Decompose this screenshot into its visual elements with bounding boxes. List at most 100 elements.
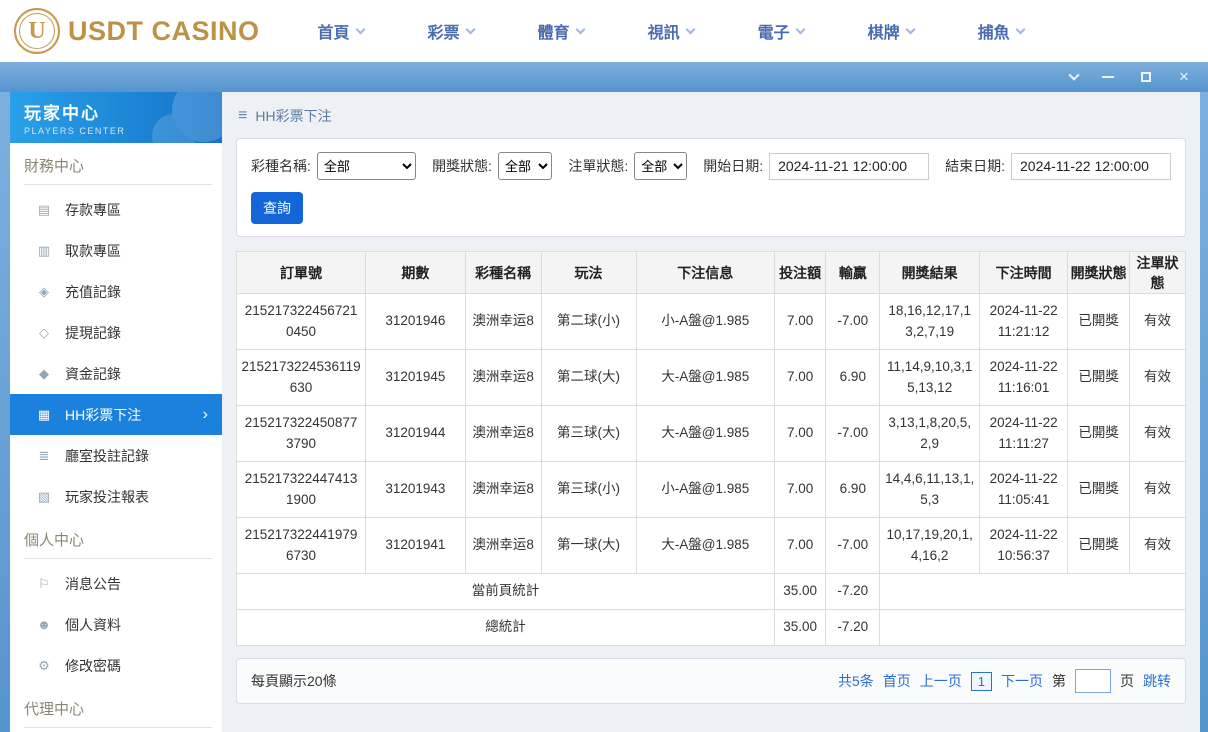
sidebar-section-label: 個人中心 [24, 529, 212, 559]
menu-icon[interactable]: ≡ [238, 107, 247, 125]
cell-result: 10,17,19,20,1,4,16,2 [879, 517, 980, 574]
close-icon[interactable]: × [1176, 68, 1192, 85]
column-header: 開獎結果 [879, 251, 980, 294]
nav-item-label: 首頁 [317, 25, 350, 42]
page-prefix-label: 第 [1052, 673, 1066, 689]
cell-draw_status: 已開獎 [1067, 293, 1130, 350]
logo-letter: U [28, 17, 46, 44]
cell-draw_status: 已開獎 [1067, 461, 1130, 518]
summary-empty [879, 573, 1186, 610]
sidebar-item-label: 資金記錄 [65, 365, 121, 382]
sidebar-item-withdraw[interactable]: ▥ 取款專區 [10, 230, 222, 271]
chevron-down-icon [905, 24, 916, 34]
chevron-down-icon [355, 24, 365, 34]
order-status-select[interactable]: 全部 [634, 152, 688, 180]
password-icon: ⚙ [38, 657, 50, 673]
cell-winloss: 6.90 [825, 461, 881, 518]
draw-status-label: 開獎狀態: [432, 158, 493, 174]
cell-play: 第二球(大) [540, 349, 637, 406]
sidebar-item-label: 充值記錄 [65, 283, 121, 300]
sidebar-item-hh-lottery-bets[interactable]: ▦ HH彩票下注 › [10, 394, 222, 435]
cell-order: 2152173224419796730 [235, 517, 367, 574]
sidebar-item-recharge-record[interactable]: ◈ 充值記錄 [10, 271, 222, 312]
sidebar-item-label: 取款專區 [65, 242, 121, 259]
summary-amount: 35.00 [774, 573, 827, 610]
nav-item-lottery[interactable]: 彩票 [427, 19, 475, 43]
cell-time: 2024-11-22 11:05:41 [978, 461, 1069, 518]
chevron-down-icon [1015, 24, 1026, 34]
nav-item-label: 電子 [757, 25, 790, 42]
sidebar-item-label: 玩家投注報表 [65, 488, 149, 505]
cell-winloss: -7.00 [825, 405, 881, 462]
cell-order: 2152173224536119630 [235, 349, 367, 406]
filter-panel: 彩種名稱: 全部 開獎狀態: 全部 注單狀態: 全部 開始日期: 結束日期: 查… [236, 138, 1186, 237]
nav-item-fishing[interactable]: 捕魚 [977, 19, 1026, 43]
lottery-name-label: 彩種名稱: [251, 158, 311, 174]
chevron-down-icon [575, 24, 586, 34]
sidebar-item-label: 消息公告 [65, 575, 121, 592]
funds-record-icon: ◆ [39, 365, 49, 381]
column-header: 投注額 [774, 251, 827, 294]
chevron-down-icon[interactable] [1062, 69, 1080, 85]
next-page-link[interactable]: 下一页 [1001, 671, 1043, 691]
jump-link[interactable]: 跳转 [1143, 671, 1171, 691]
nav-item-cards[interactable]: 棋牌 [868, 19, 916, 43]
lottery-name-select[interactable]: 全部 [316, 152, 417, 180]
cell-order_status: 有效 [1128, 461, 1187, 518]
sidebar-item-funds-record[interactable]: ◆ 資金記錄 [10, 353, 222, 394]
announcement-icon: ⚐ [38, 575, 50, 591]
cell-amount: 7.00 [774, 349, 827, 406]
cell-result: 18,16,12,17,13,2,7,19 [879, 293, 980, 350]
current-page[interactable]: 1 [970, 671, 992, 691]
page-jump-input[interactable] [1075, 669, 1111, 693]
sidebar-item-profile[interactable]: ☻ 個人資料 [10, 604, 222, 645]
sidebar-item-player-bet-report[interactable]: ▧ 玩家投注報表 [10, 476, 222, 517]
prev-page-link[interactable]: 上一页 [920, 671, 962, 691]
filter-row: 彩種名稱: 全部 開獎狀態: 全部 注單狀態: 全部 開始日期: 結束日期: [251, 152, 1171, 180]
column-header: 注單狀態 [1128, 251, 1187, 294]
logo[interactable]: U USDT CASINO [14, 8, 260, 54]
nav-item-sports[interactable]: 體育 [538, 19, 586, 43]
sidebar-item-cashout-record[interactable]: ◇ 提現記錄 [10, 312, 222, 353]
summary-winloss: -7.20 [825, 609, 881, 646]
sidebar-item-change-password[interactable]: ⚙ 修改密碼 [10, 645, 222, 686]
nav-item-video[interactable]: 視訊 [648, 19, 696, 43]
sidebar-item-room-bets-record[interactable]: ≣ 廳室投註記錄 [10, 435, 222, 476]
column-header: 彩種名稱 [464, 251, 542, 294]
page-suffix-label: 页 [1120, 673, 1134, 689]
sidebar-section-label: 財務中心 [24, 155, 212, 185]
maximize-icon[interactable] [1138, 69, 1154, 85]
start-date-input[interactable] [769, 152, 930, 180]
nav-item-egames[interactable]: 電子 [757, 19, 806, 43]
search-button[interactable]: 查詢 [251, 192, 303, 224]
nav-item-label: 彩票 [427, 25, 460, 42]
report-icon: ▧ [37, 488, 51, 504]
end-date-input[interactable] [1011, 152, 1171, 180]
window-titlebar: × [0, 62, 1208, 92]
recharge-record-icon: ◈ [39, 283, 49, 299]
column-header: 訂單號 [235, 251, 367, 294]
page-title: HH彩票下注 [255, 108, 332, 124]
table-row: 2152173224474131900 31201943 澳洲幸运8 第三球(小) 小-… [235, 461, 1187, 518]
sidebar-item-announcements[interactable]: ⚐ 消息公告 [10, 563, 222, 604]
draw-status-select[interactable]: 全部 [498, 152, 553, 180]
nav-item-label: 捕魚 [977, 25, 1010, 42]
sidebar: 玩家中心 PLAYERS CENTER 財務中心 ▤ 存款專區 ▥ 取款專區 ◈ 充值記錄 ◇… [10, 92, 222, 732]
cell-winloss: 6.90 [825, 349, 881, 406]
cell-period: 31201945 [365, 349, 466, 406]
first-page-link[interactable]: 首页 [883, 671, 911, 691]
sidebar-item-deposit[interactable]: ▤ 存款專區 [10, 189, 222, 230]
cell-info: 大-A盤@1.985 [635, 517, 776, 574]
minimize-icon[interactable] [1100, 69, 1116, 85]
cell-order: 2152173224508773790 [235, 405, 367, 462]
cell-play: 第二球(小) [540, 293, 637, 350]
main-content: ≡ HH彩票下注 彩種名稱: 全部 開獎狀態: 全部 注單狀態: 全部 開始日期… [222, 92, 1200, 732]
content-frame: 玩家中心 PLAYERS CENTER 財務中心 ▤ 存款專區 ▥ 取款專區 ◈ 充值記錄 ◇… [0, 92, 1208, 732]
pagination-bar: 每頁顯示20條 共5条 首页 上一页 1 下一页 第 页 跳转 [236, 658, 1186, 704]
nav-item-home[interactable]: 首頁 [317, 19, 365, 43]
summary-label: 當前頁統計 [235, 573, 776, 610]
column-header: 玩法 [540, 251, 637, 294]
withdraw-icon: ▥ [37, 242, 51, 258]
orders-table-card: 訂單號 期數 彩種名稱 玩法 下注信息 投注額 輸贏 開獎結果 下注時間 開獎狀態 注單狀態 215… [235, 251, 1187, 646]
top-header: U USDT CASINO 首頁 彩票 體育 視訊 電子 棋牌 捕魚 [0, 0, 1208, 62]
